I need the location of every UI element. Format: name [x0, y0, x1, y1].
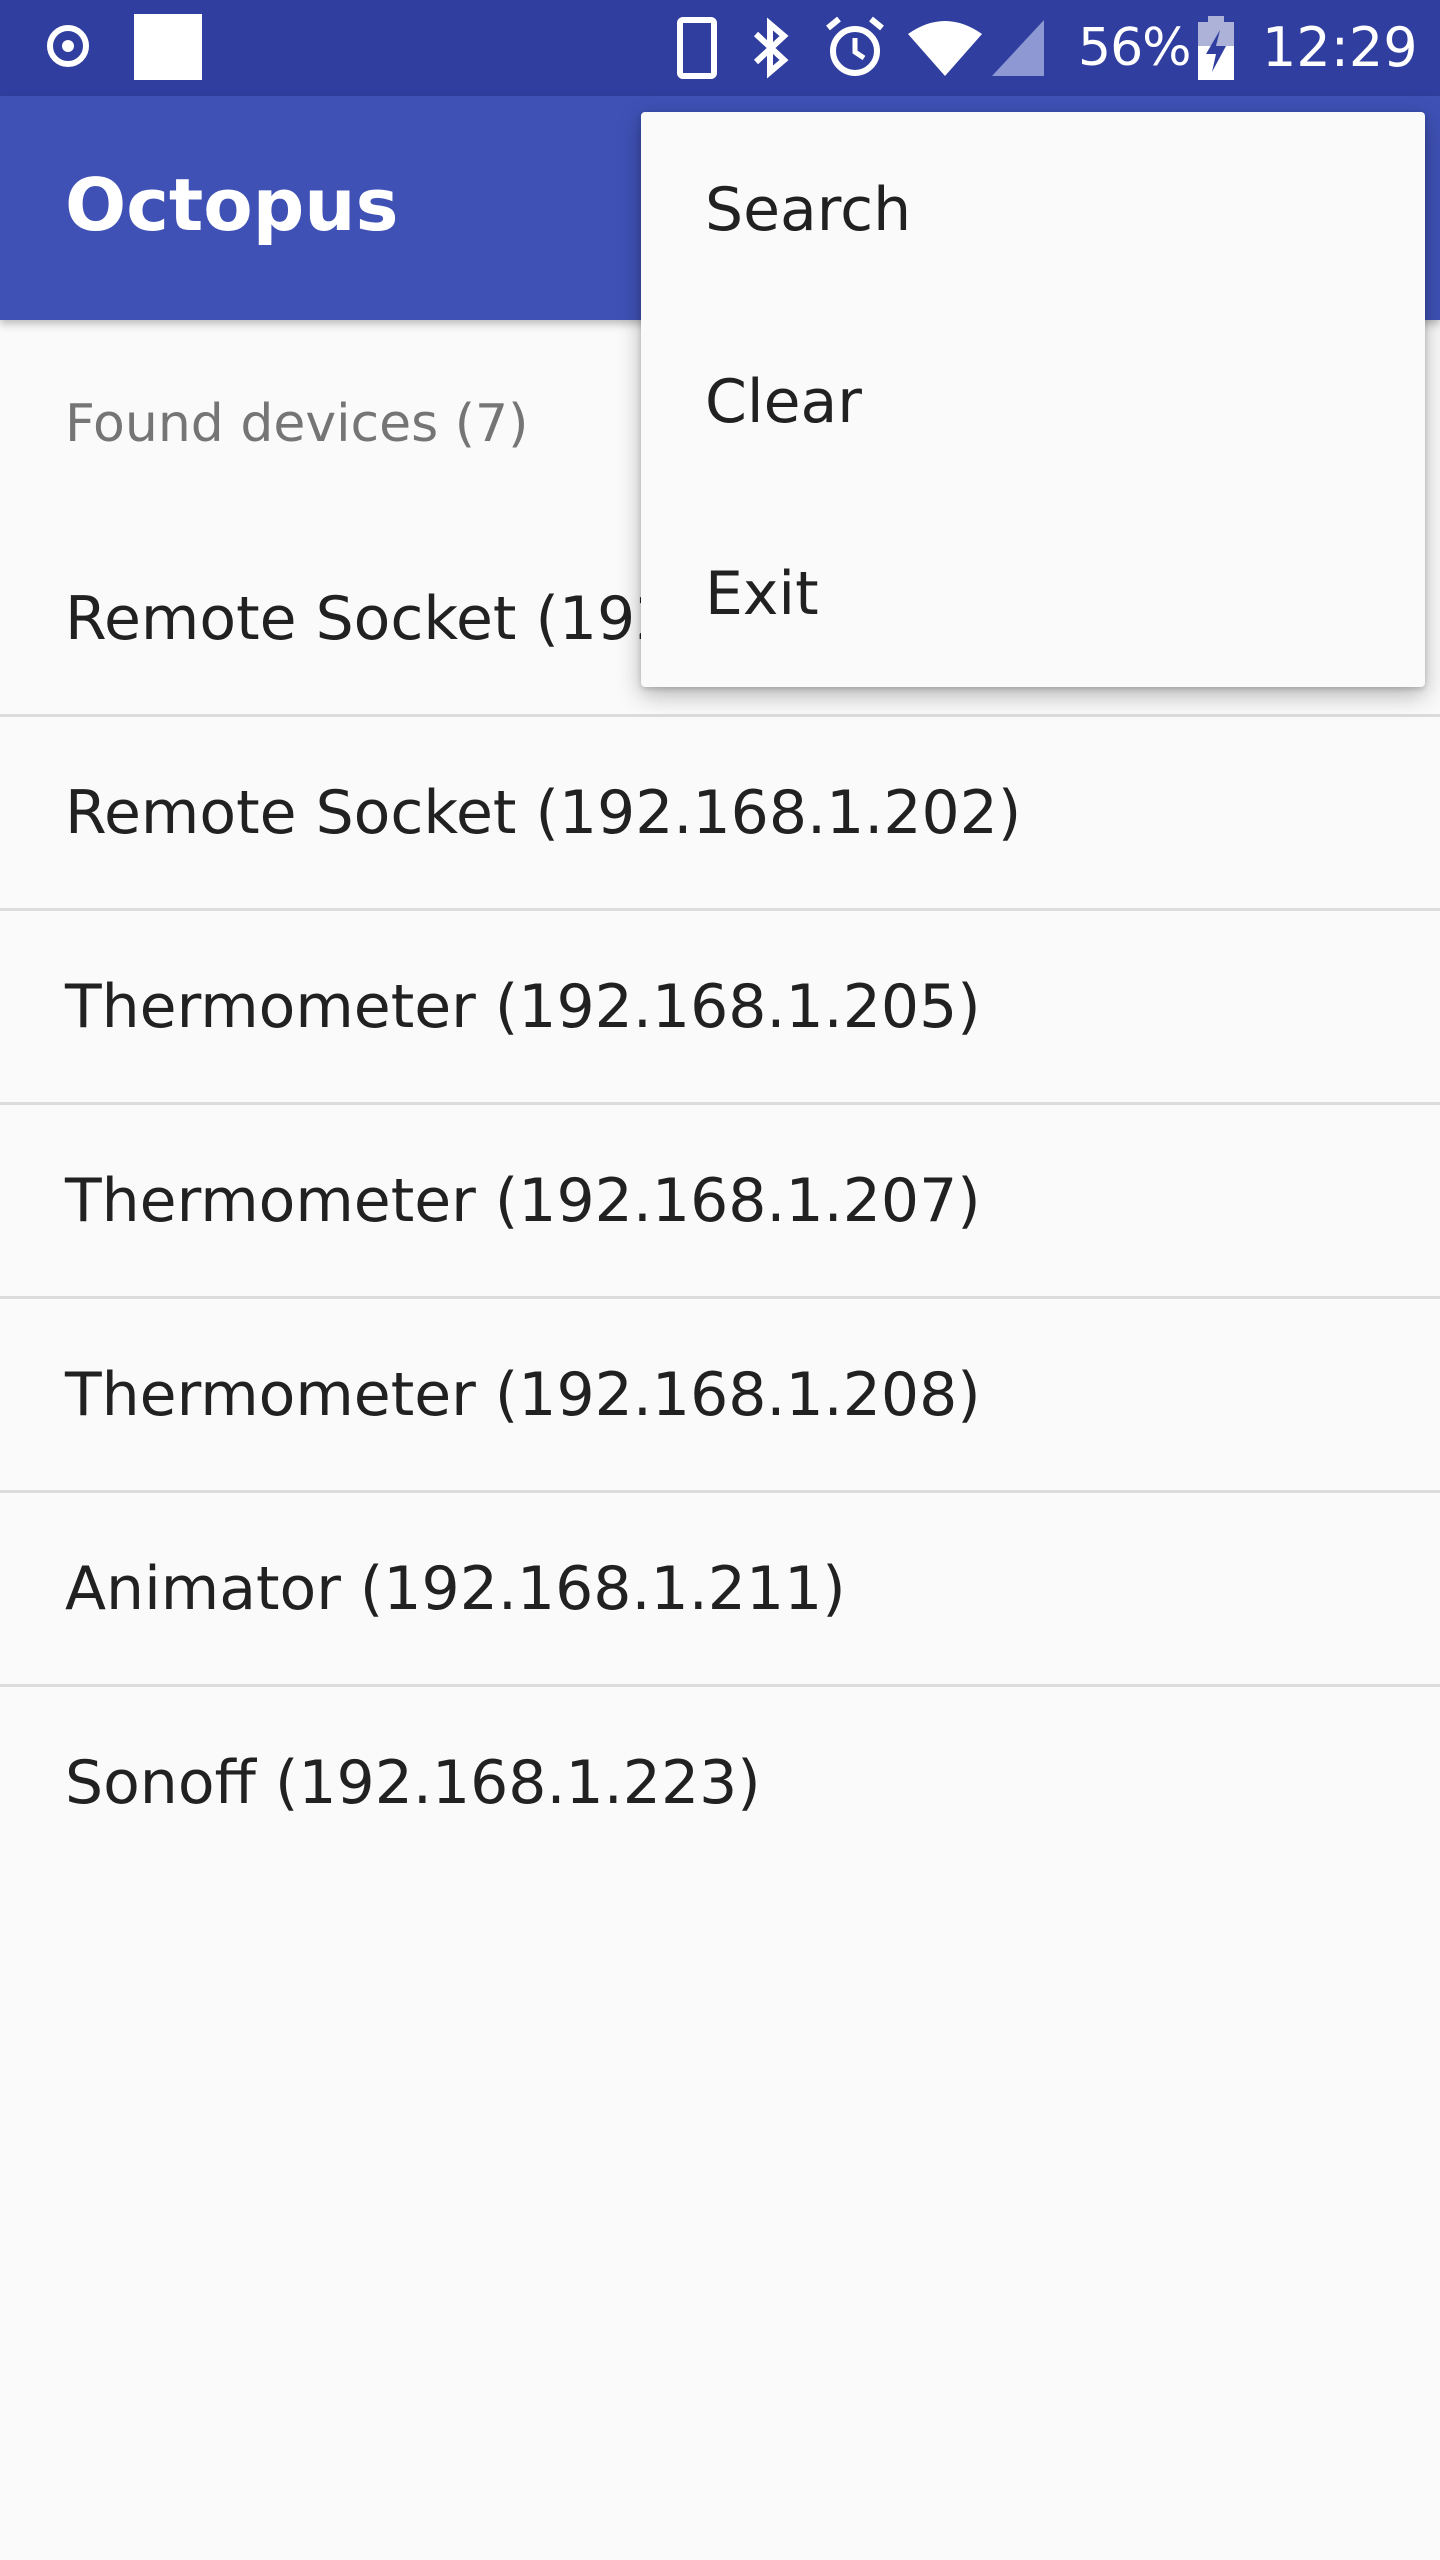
cell-signal-icon	[990, 18, 1046, 78]
device-list-item[interactable]: Remote Socket (192.168.1.202)	[0, 717, 1440, 911]
device-label: Thermometer (192.168.1.205)	[65, 972, 981, 1042]
menu-item-label: Search	[705, 175, 912, 245]
screen: 56% 12:29 Octopus Found devices (7) Remo…	[0, 0, 1440, 2560]
menu-item-exit[interactable]: Exit	[641, 496, 1425, 688]
menu-item-label: Clear	[705, 367, 862, 437]
overflow-menu: Search Clear Exit	[641, 112, 1425, 687]
menu-item-label: Exit	[705, 559, 819, 629]
notification-square-icon	[134, 14, 202, 80]
device-list: Remote Socket (192.168.1.201) Remote Soc…	[0, 523, 1440, 1881]
phone-icon	[677, 17, 717, 79]
app-title: Octopus	[65, 163, 399, 247]
found-devices-header: Found devices (7)	[65, 394, 529, 454]
device-label: Remote Socket (192.168.1.202)	[65, 778, 1022, 848]
alarm-icon	[822, 14, 888, 80]
bluetooth-icon	[748, 16, 794, 80]
device-list-item[interactable]: Animator (192.168.1.211)	[0, 1493, 1440, 1687]
device-label: Thermometer (192.168.1.208)	[65, 1360, 981, 1430]
clock: 12:29	[1262, 16, 1418, 79]
device-list-item[interactable]: Thermometer (192.168.1.205)	[0, 911, 1440, 1105]
device-label: Animator (192.168.1.211)	[65, 1554, 846, 1624]
device-list-item[interactable]: Thermometer (192.168.1.207)	[0, 1105, 1440, 1299]
menu-item-search[interactable]: Search	[641, 112, 1425, 304]
device-label: Thermometer (192.168.1.207)	[65, 1166, 981, 1236]
status-bar: 56% 12:29	[0, 0, 1440, 96]
wifi-icon	[906, 18, 984, 78]
device-list-item[interactable]: Sonoff (192.168.1.223)	[0, 1687, 1440, 1881]
device-label: Sonoff (192.168.1.223)	[65, 1748, 761, 1818]
device-list-item[interactable]: Thermometer (192.168.1.208)	[0, 1299, 1440, 1493]
menu-item-clear[interactable]: Clear	[641, 304, 1425, 496]
battery-percent: 56%	[1078, 18, 1192, 78]
battery-charging-icon	[1196, 16, 1236, 80]
record-icon	[47, 25, 89, 67]
